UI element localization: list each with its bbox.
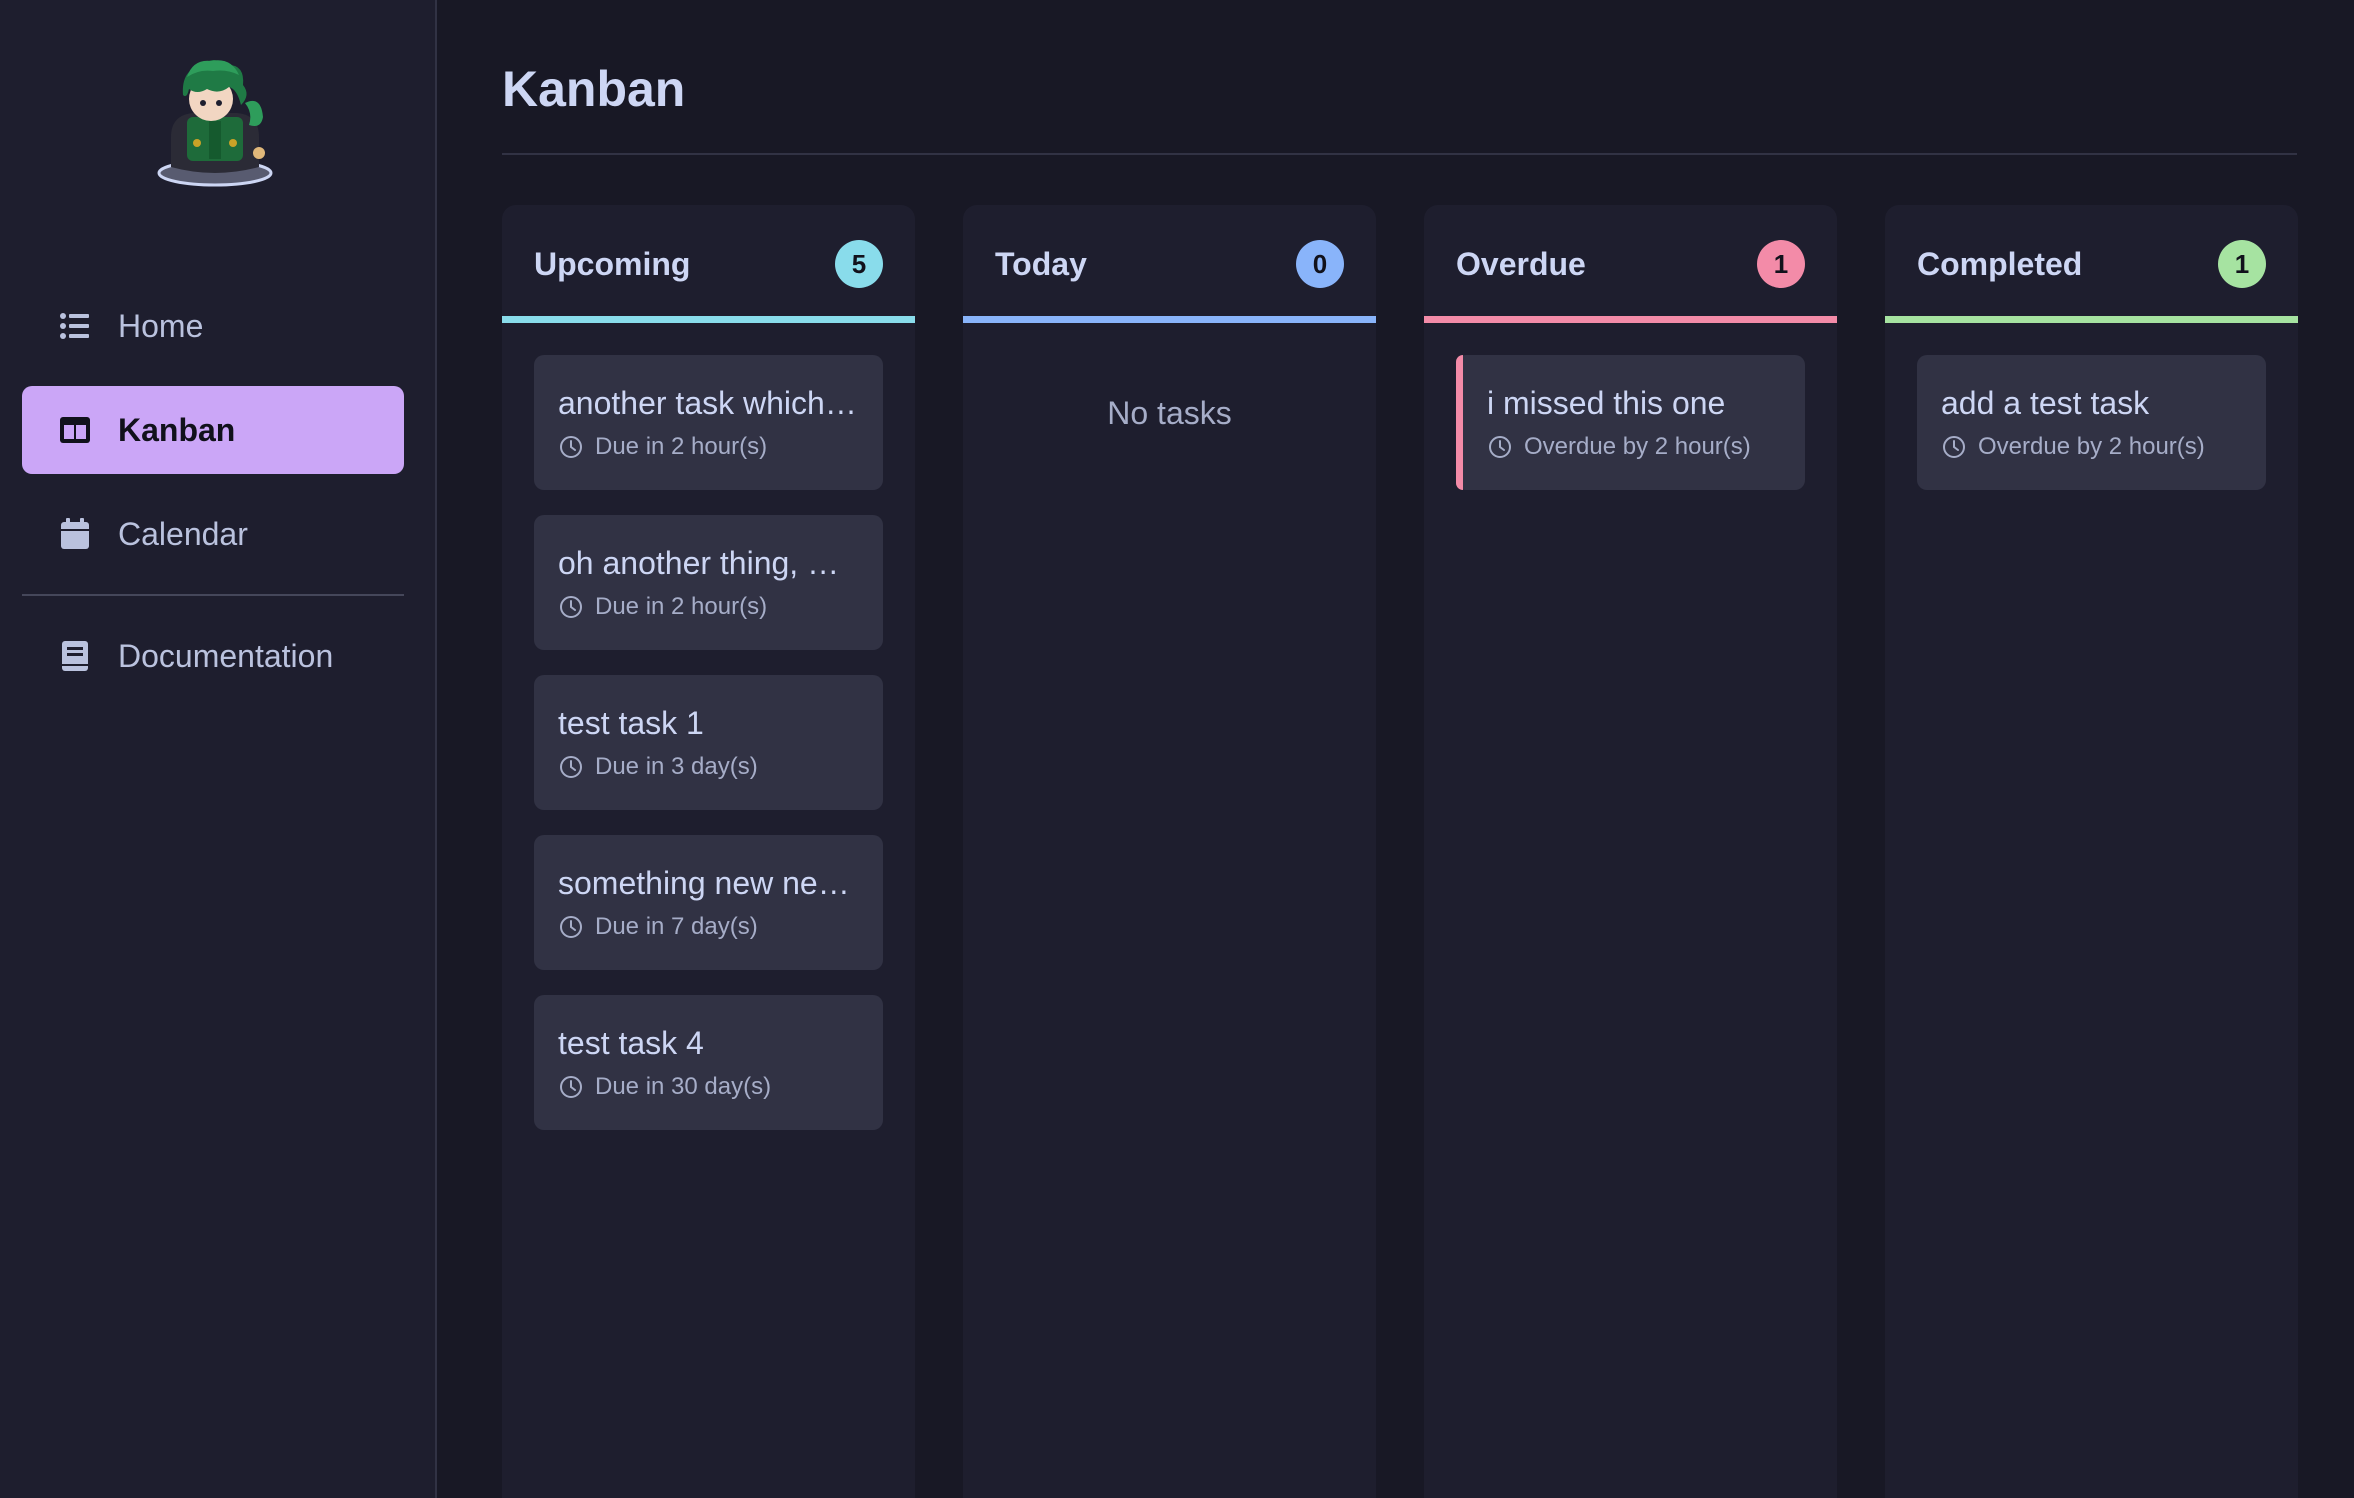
column-accent-bar [1885, 316, 2298, 323]
task-due: Due in 2 hour(s) [558, 593, 859, 621]
column-header: Completed 1 [1885, 205, 2298, 323]
column-accent-bar [502, 316, 915, 323]
count-badge: 0 [1296, 240, 1344, 288]
kanban-icon [58, 413, 92, 447]
empty-state: No tasks [1107, 395, 1232, 431]
clock-icon [558, 435, 583, 460]
clock-icon [558, 915, 583, 940]
column-body: i missed this one Overdue by 2 hour(s) [1424, 323, 1837, 547]
column-title: Completed [1917, 245, 2083, 282]
task-due-text: Due in 3 day(s) [595, 753, 758, 780]
clock-icon [1487, 435, 1512, 460]
task-card[interactable]: test task 1 Due in 3 day(s) [534, 675, 883, 810]
task-due-text: Overdue by 2 hour(s) [1978, 433, 2205, 460]
column-overdue: Overdue 1 i missed this one Overdue by 2… [1424, 205, 1837, 1498]
task-due-text: Due in 7 day(s) [595, 913, 758, 940]
sidebar-item-label: Documentation [118, 637, 334, 674]
sidebar-item-calendar[interactable]: Calendar [22, 490, 404, 578]
clock-icon [1941, 435, 1966, 460]
column-header: Today 0 [963, 205, 1376, 323]
task-due: Due in 30 day(s) [558, 1073, 859, 1101]
task-title: test task 1 [558, 705, 704, 741]
column-body: No tasks [963, 323, 1376, 464]
count-badge: 1 [2218, 240, 2266, 288]
column-today: Today 0 No tasks [963, 205, 1376, 1498]
column-completed: Completed 1 add a test task Overdue by 2… [1885, 205, 2298, 1498]
clock-icon [558, 755, 583, 780]
task-card[interactable]: another task which… Due in 2 hour(s) [534, 355, 883, 490]
task-due: Due in 7 day(s) [558, 913, 859, 941]
column-accent-bar [963, 316, 1376, 323]
list-icon [58, 309, 92, 343]
title-divider [502, 153, 2297, 155]
sidebar-divider [22, 594, 404, 596]
column-title: Upcoming [534, 245, 691, 282]
clock-icon [558, 595, 583, 620]
sidebar-item-documentation[interactable]: Documentation [22, 612, 404, 700]
task-due-text: Due in 30 day(s) [595, 1073, 772, 1100]
column-body: another task which… Due in 2 hour(s) oh … [502, 323, 915, 1187]
task-title: oh another thing, … [558, 545, 840, 581]
sidebar: Home Kanban Calendar Documentation [0, 0, 437, 1498]
task-due-text: Due in 2 hour(s) [595, 593, 768, 620]
count-badge: 1 [1757, 240, 1805, 288]
task-card[interactable]: test task 4 Due in 30 day(s) [534, 995, 883, 1130]
column-title: Overdue [1456, 245, 1586, 282]
page-title: Kanban [502, 61, 686, 117]
column-header: Overdue 1 [1424, 205, 1837, 323]
task-title: add a test task [1941, 385, 2150, 421]
task-card[interactable]: something new ne… Due in 7 day(s) [534, 835, 883, 970]
task-due: Due in 3 day(s) [558, 753, 859, 781]
task-card[interactable]: i missed this one Overdue by 2 hour(s) [1456, 355, 1805, 490]
column-body: add a test task Overdue by 2 hour(s) [1885, 323, 2298, 547]
sidebar-item-label: Home [118, 307, 204, 344]
task-due-text: Due in 2 hour(s) [595, 433, 768, 460]
task-due-text: Overdue by 2 hour(s) [1524, 433, 1751, 460]
column-accent-bar [1424, 316, 1837, 323]
sidebar-item-home[interactable]: Home [22, 282, 404, 370]
overdue-accent-bar [1456, 355, 1463, 490]
task-card[interactable]: add a test task Overdue by 2 hour(s) [1917, 355, 2266, 490]
column-title: Today [995, 245, 1087, 282]
sidebar-item-label: Kanban [118, 411, 236, 448]
calendar-icon [58, 517, 92, 551]
task-due: Overdue by 2 hour(s) [1941, 433, 2242, 461]
task-title: something new ne… [558, 865, 850, 901]
sidebar-item-label: Calendar [118, 515, 248, 552]
task-title: test task 4 [558, 1025, 704, 1061]
sidebar-item-kanban[interactable]: Kanban [22, 386, 404, 474]
count-badge: 5 [835, 240, 883, 288]
column-upcoming: Upcoming 5 another task which… Due in 2 … [502, 205, 915, 1498]
book-icon [58, 639, 92, 673]
column-header: Upcoming 5 [502, 205, 915, 323]
clock-icon [558, 1075, 583, 1100]
avatar-logo [153, 55, 277, 187]
task-title: i missed this one [1487, 385, 1726, 421]
task-card[interactable]: oh another thing, … Due in 2 hour(s) [534, 515, 883, 650]
task-due: Due in 2 hour(s) [558, 433, 859, 461]
task-due: Overdue by 2 hour(s) [1487, 433, 1781, 461]
task-title: another task which… [558, 385, 857, 421]
